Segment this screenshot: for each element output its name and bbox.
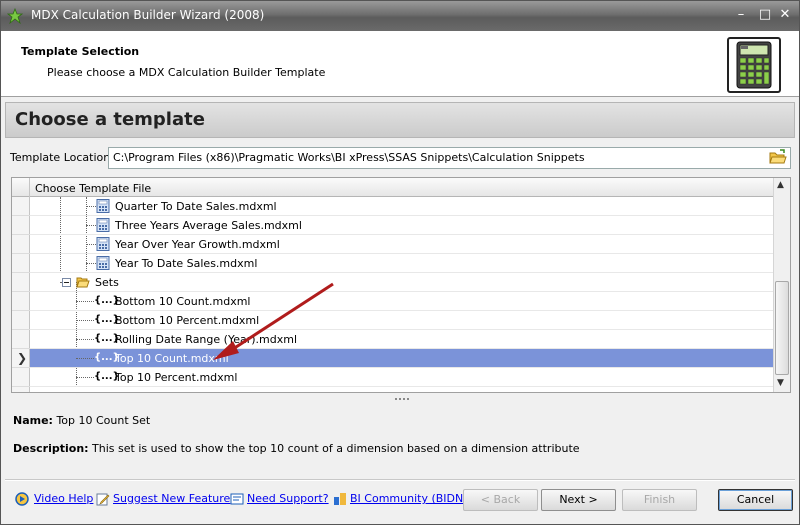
list-item-label: Top 10 Percent.mdxml bbox=[115, 371, 238, 384]
column-header-template-file[interactable]: Choose Template File bbox=[35, 182, 151, 195]
row-selector[interactable] bbox=[12, 197, 30, 216]
list-item-label: Bottom 10 Percent.mdxml bbox=[115, 314, 260, 327]
list-item-label: Top 10 Count.mdxml bbox=[115, 352, 229, 365]
row-selector-current[interactable]: ❯ bbox=[12, 349, 30, 368]
list-item-label: Quarter To Date Sales.mdxml bbox=[115, 200, 277, 213]
need-support-link[interactable]: Need Support? bbox=[247, 492, 329, 505]
finish-button[interactable]: Finish bbox=[622, 489, 697, 511]
calculator-file-icon bbox=[96, 199, 110, 213]
footer-divider bbox=[5, 479, 795, 481]
template-name: Name: Top 10 Count Set bbox=[13, 414, 150, 427]
list-item-selected[interactable]: {...} Top 10 Count.mdxml bbox=[30, 349, 773, 368]
grid-corner bbox=[12, 178, 30, 197]
header-subtitle: Please choose a MDX Calculation Builder … bbox=[47, 66, 326, 79]
list-item[interactable]: Year Over Year Growth.mdxml bbox=[30, 235, 773, 254]
header-title: Template Selection bbox=[21, 45, 140, 58]
list-item-label: Rolling Date Range (Year).mdxml bbox=[115, 333, 297, 346]
support-icon bbox=[230, 493, 244, 505]
back-button[interactable]: < Back bbox=[463, 489, 538, 511]
list-item-label: Year Over Year Growth.mdxml bbox=[115, 238, 280, 251]
tree-line bbox=[86, 206, 96, 207]
grid-header: Choose Template File bbox=[12, 178, 773, 197]
list-item[interactable]: {...} Top 10 Percent.mdxml bbox=[30, 368, 773, 387]
close-icon[interactable]: ✕ bbox=[773, 4, 797, 26]
minimize-icon[interactable]: – bbox=[729, 4, 753, 26]
suggest-feature-icon bbox=[96, 493, 110, 506]
video-help-link[interactable]: Video Help bbox=[34, 492, 93, 505]
template-file-grid[interactable]: Choose Template File ❯ Quarter To Date S… bbox=[11, 177, 791, 393]
calculator-file-icon bbox=[96, 218, 110, 232]
scroll-down-icon[interactable]: ▼ bbox=[777, 378, 784, 388]
row-selector[interactable] bbox=[12, 368, 30, 387]
tree-line bbox=[76, 301, 94, 302]
video-help-icon bbox=[15, 492, 29, 506]
calculator-file-icon bbox=[96, 237, 110, 251]
list-item-label: Sets bbox=[95, 276, 119, 289]
vertical-scrollbar[interactable]: ▲ ▼ bbox=[773, 178, 790, 392]
suggest-feature-link[interactable]: Suggest New Feature bbox=[113, 492, 230, 505]
list-item[interactable]: {...} Rolling Date Range (Year).mdxml bbox=[30, 330, 773, 349]
tree-line bbox=[76, 320, 94, 321]
bi-community-link[interactable]: BI Community (BIDN) bbox=[350, 492, 468, 505]
row-selector-column: ❯ bbox=[12, 197, 30, 392]
template-description: Description: This set is used to show th… bbox=[13, 442, 580, 455]
scroll-up-icon[interactable]: ▲ bbox=[777, 180, 784, 190]
list-item[interactable]: Quarter To Date Sales.mdxml bbox=[30, 197, 773, 216]
tree-line bbox=[76, 377, 94, 378]
template-location-input[interactable]: C:\Program Files (x86)\Pragmatic Works\B… bbox=[108, 147, 791, 169]
list-item[interactable]: {...} Bottom 10 Count.mdxml bbox=[30, 292, 773, 311]
tree-folder-sets[interactable]: Sets bbox=[30, 273, 773, 292]
list-item[interactable]: Three Years Average Sales.mdxml bbox=[30, 216, 773, 235]
template-tree: Quarter To Date Sales.mdxml Three Years … bbox=[30, 197, 773, 392]
list-item-label: Three Years Average Sales.mdxml bbox=[115, 219, 302, 232]
row-selector[interactable] bbox=[12, 235, 30, 254]
splitter-handle[interactable] bbox=[395, 398, 409, 403]
calculator-file-icon bbox=[96, 256, 110, 270]
wizard-window: MDX Calculation Builder Wizard (2008) – … bbox=[0, 0, 800, 525]
row-selector[interactable] bbox=[12, 292, 30, 311]
row-selector[interactable] bbox=[12, 311, 30, 330]
open-folder-icon[interactable] bbox=[769, 149, 787, 165]
tree-line bbox=[76, 358, 94, 359]
current-row-icon: ❯ bbox=[17, 351, 28, 365]
wizard-header: Template Selection Please choose a MDX C… bbox=[1, 31, 799, 97]
description-label: Description: bbox=[13, 442, 89, 455]
list-item-label: Year To Date Sales.mdxml bbox=[115, 257, 258, 270]
community-icon bbox=[334, 493, 346, 505]
section-header: Choose a template bbox=[5, 102, 795, 138]
cancel-button[interactable]: Cancel bbox=[718, 489, 793, 511]
collapse-icon[interactable] bbox=[62, 278, 71, 287]
list-item-label: Bottom 10 Count.mdxml bbox=[115, 295, 251, 308]
calculator-icon bbox=[727, 37, 781, 93]
name-label: Name: bbox=[13, 414, 53, 427]
name-value: Top 10 Count Set bbox=[56, 414, 151, 427]
row-selector[interactable] bbox=[12, 330, 30, 349]
title-bar: MDX Calculation Builder Wizard (2008) – … bbox=[1, 1, 799, 31]
tree-line bbox=[76, 339, 94, 340]
scrollbar-thumb[interactable] bbox=[775, 281, 789, 375]
section-title: Choose a template bbox=[15, 109, 205, 130]
template-location-label: Template Location: bbox=[10, 151, 114, 164]
list-item[interactable]: {...} Bottom 10 Percent.mdxml bbox=[30, 311, 773, 330]
description-value: This set is used to show the top 10 coun… bbox=[92, 442, 580, 455]
tree-line bbox=[86, 263, 96, 264]
tree-line bbox=[86, 225, 96, 226]
next-button[interactable]: Next > bbox=[541, 489, 616, 511]
row-selector[interactable] bbox=[12, 254, 30, 273]
list-item[interactable]: Year To Date Sales.mdxml bbox=[30, 254, 773, 273]
row-selector[interactable] bbox=[12, 273, 30, 292]
row-selector[interactable] bbox=[12, 216, 30, 235]
open-folder-icon bbox=[76, 277, 90, 288]
tree-line bbox=[86, 244, 96, 245]
app-icon bbox=[7, 8, 23, 24]
window-title: MDX Calculation Builder Wizard (2008) bbox=[31, 8, 265, 22]
